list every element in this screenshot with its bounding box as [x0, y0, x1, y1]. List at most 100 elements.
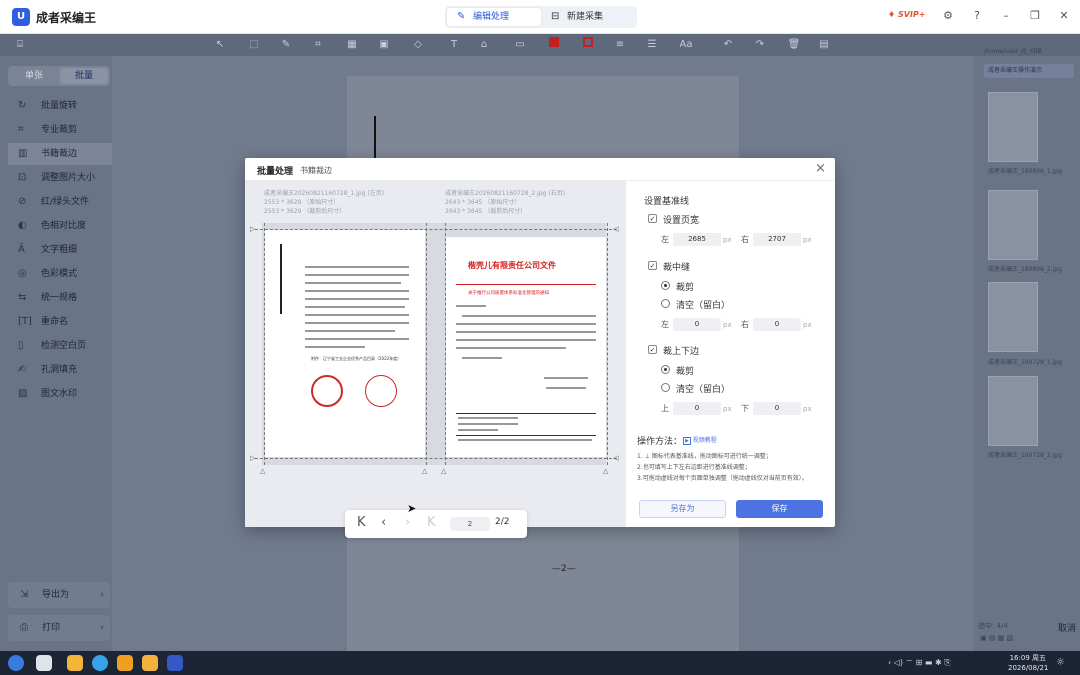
- app-logo-icon: U: [12, 8, 30, 26]
- baseline-handle-icon[interactable]: △: [441, 467, 446, 475]
- sidebar-item-color-mode[interactable]: ◎ 色彩模式: [8, 263, 112, 285]
- video-tutorial-link[interactable]: ▶ 视频教程: [683, 435, 717, 445]
- page-input[interactable]: 2: [450, 517, 490, 531]
- next-page-icon[interactable]: ›: [405, 515, 410, 530]
- text-icon[interactable]: T: [446, 37, 462, 53]
- baseline-handle-icon[interactable]: △: [603, 467, 608, 475]
- tab-edit[interactable]: ✎ 编辑处理: [447, 8, 541, 26]
- print-button[interactable]: ⎙ 打印 ›: [8, 615, 110, 641]
- sidebar-item-batch-rotate[interactable]: ↻ 批量旋转: [8, 95, 112, 117]
- close-icon[interactable]: ✕: [1056, 8, 1072, 24]
- baseline-handle-icon[interactable]: ◁: [613, 225, 618, 233]
- bottom-baseline[interactable]: [255, 458, 617, 459]
- baseline-handle-icon[interactable]: ▷: [250, 225, 255, 233]
- sidebar-item-resize[interactable]: ⊡ 调整图片大小: [8, 167, 112, 189]
- sidebar-item-text-weight[interactable]: Ā 文字粗细: [8, 239, 112, 261]
- baseline-handle-icon[interactable]: ▷: [250, 454, 255, 462]
- crop-gutter-checkbox[interactable]: ✓: [648, 261, 657, 270]
- tray-icons[interactable]: ‹ ◁) ⌔ ⊞ ▬ ✱ ⎘: [888, 658, 951, 668]
- cancel-link[interactable]: 取消: [1058, 621, 1076, 634]
- clock[interactable]: 16:09 周五 2026/08/21: [1008, 653, 1048, 673]
- delete-icon[interactable]: 🗑: [786, 37, 802, 53]
- mode-single-button[interactable]: 单张: [10, 68, 58, 84]
- top-baseline[interactable]: [255, 229, 617, 230]
- thumbnail-4[interactable]: [988, 376, 1038, 446]
- marquee-icon[interactable]: ⬚: [246, 37, 262, 53]
- tb-clear-radio[interactable]: [661, 383, 670, 392]
- sidebar-item-book-trim[interactable]: ▥ 书籍裁边: [8, 143, 112, 165]
- line-weight-icon[interactable]: ≡: [612, 37, 628, 53]
- sidebar-item-red-green-header[interactable]: ⊘ 红/绿头文件: [8, 191, 112, 213]
- tab-new-capture[interactable]: ⊟ 新建采集: [541, 8, 635, 26]
- app-store-icon[interactable]: [142, 655, 158, 671]
- last-page-icon[interactable]: K: [427, 515, 436, 530]
- app-taskbar-icon[interactable]: [167, 655, 183, 671]
- thumbnail-2[interactable]: [988, 190, 1038, 260]
- baseline-handle-icon[interactable]: △: [422, 467, 427, 475]
- sidebar-item-rename[interactable]: [T] 重命名: [8, 311, 112, 333]
- right-baseline[interactable]: [607, 223, 608, 465]
- tag-icon[interactable]: ⌂: [476, 37, 492, 53]
- select-icon[interactable]: ↖: [212, 37, 228, 53]
- sidebar-item-pro-crop[interactable]: ⌗ 专业裁剪: [8, 119, 112, 141]
- warning-app-icon[interactable]: [117, 655, 133, 671]
- save-icon[interactable]: ▤: [816, 37, 832, 53]
- mode-batch-button[interactable]: 批量: [60, 68, 108, 84]
- panel-view-icons[interactable]: ▣ ▤ ▦ ▧: [980, 634, 1076, 644]
- stroke-color-icon[interactable]: [580, 37, 596, 53]
- export-button[interactable]: ⇲ 导出为 ›: [8, 582, 110, 608]
- save-as-button[interactable]: 另存为: [639, 500, 726, 518]
- restore-icon[interactable]: ❐: [1027, 8, 1043, 24]
- desktop-icon[interactable]: [36, 655, 52, 671]
- filter-select[interactable]: 成者采编王操作演示: [984, 64, 1074, 78]
- pen-icon[interactable]: ✎: [278, 37, 294, 53]
- palette-icon: ◎: [18, 268, 27, 279]
- width-left-input[interactable]: 2685: [673, 233, 721, 246]
- close-icon[interactable]: ×: [815, 161, 826, 176]
- baseline-handle-icon[interactable]: ◁: [613, 454, 618, 462]
- bottom-input[interactable]: 0: [753, 402, 801, 415]
- left-baseline[interactable]: [264, 223, 265, 465]
- undo-icon[interactable]: ↶: [720, 37, 736, 53]
- gutter-left-baseline[interactable]: [426, 223, 427, 465]
- help-icon[interactable]: ?: [969, 8, 985, 24]
- save-button[interactable]: 保存: [736, 500, 823, 518]
- set-width-checkbox[interactable]: ✓: [648, 214, 657, 223]
- gutter-clear-radio[interactable]: [661, 299, 670, 308]
- sidebar-item-watermark[interactable]: ▨ 图文水印: [8, 383, 112, 405]
- shape-icon[interactable]: ◇: [410, 37, 426, 53]
- sidebar-item-unify-spec[interactable]: ⇆ 统一规格: [8, 287, 112, 309]
- gutter-right-baseline[interactable]: [445, 223, 446, 465]
- crop-top-bottom-checkbox[interactable]: ✓: [648, 345, 657, 354]
- frame-icon[interactable]: ▣: [376, 37, 392, 53]
- gutter-right-input[interactable]: 0: [753, 318, 801, 331]
- sidebar-item-hue-contrast[interactable]: ◐ 色相对比度: [8, 215, 112, 237]
- browser-icon[interactable]: [92, 655, 108, 671]
- font-size-icon[interactable]: Aa: [678, 37, 694, 53]
- files-icon[interactable]: [67, 655, 83, 671]
- line-style-icon[interactable]: ☰: [644, 37, 660, 53]
- baseline-handle-icon[interactable]: △: [260, 467, 265, 475]
- thumbnail-1[interactable]: [988, 92, 1038, 162]
- stamp-icon[interactable]: ▭: [512, 37, 528, 53]
- top-input[interactable]: 0: [673, 402, 721, 415]
- start-menu-icon[interactable]: [8, 655, 24, 671]
- svip-badge[interactable]: ♦ SVIP+: [888, 10, 925, 19]
- scanner-icon[interactable]: ⌸: [12, 37, 28, 53]
- redo-icon[interactable]: ↷: [752, 37, 768, 53]
- gutter-crop-radio[interactable]: [661, 281, 670, 290]
- gutter-left-input[interactable]: 0: [673, 318, 721, 331]
- tb-crop-radio[interactable]: [661, 365, 670, 374]
- prev-page-icon[interactable]: ‹: [381, 515, 386, 530]
- first-page-icon[interactable]: K: [357, 515, 366, 530]
- fill-color-icon[interactable]: [546, 37, 562, 53]
- mosaic-icon[interactable]: ▦: [344, 37, 360, 53]
- minimize-icon[interactable]: –: [998, 8, 1014, 24]
- width-right-input[interactable]: 2707: [753, 233, 801, 246]
- notification-icon[interactable]: ☼: [1056, 657, 1065, 668]
- sidebar-item-blank-detect[interactable]: ▯ 检测空白页: [8, 335, 112, 357]
- gear-icon[interactable]: ⚙: [940, 8, 956, 24]
- crop-icon[interactable]: ⌗: [310, 37, 326, 53]
- sidebar-item-hole-fill[interactable]: ✍ 孔洞填充: [8, 359, 112, 381]
- thumbnail-3[interactable]: [988, 282, 1038, 352]
